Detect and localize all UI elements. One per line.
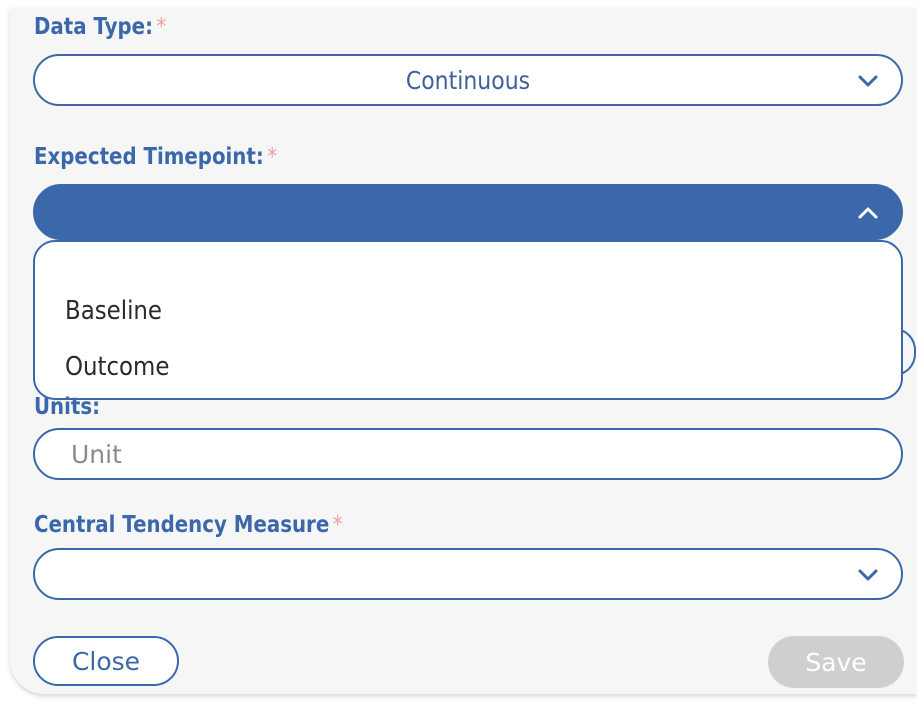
- required-mark: *: [156, 14, 167, 40]
- data-type-selected-value: Continuous: [405, 65, 531, 95]
- expected-timepoint-label-text: Expected Timepoint:: [34, 144, 264, 170]
- option-baseline[interactable]: Baseline: [65, 296, 162, 326]
- data-type-label: Data Type: *: [34, 14, 166, 40]
- expected-timepoint-selected-value: [87, 186, 849, 238]
- option-outcome[interactable]: Outcome: [65, 352, 169, 382]
- expected-timepoint-select[interactable]: [33, 184, 903, 240]
- chevron-down-icon: [858, 75, 878, 87]
- data-type-select[interactable]: Continuous: [33, 54, 903, 106]
- page: Data Type: * Continuous Expected Timepoin…: [0, 0, 917, 711]
- chevron-down-icon: [858, 569, 878, 581]
- data-type-label-text: Data Type:: [34, 14, 153, 40]
- central-tendency-label-text: Central Tendency Measure: [34, 512, 330, 538]
- form-panel: Data Type: * Continuous Expected Timepoin…: [10, 8, 917, 694]
- expected-timepoint-label: Expected Timepoint: *: [34, 144, 277, 170]
- units-input[interactable]: [33, 428, 903, 480]
- expected-timepoint-options: Baseline Outcome: [33, 240, 903, 400]
- central-tendency-selected-value: [87, 550, 849, 598]
- required-mark: *: [332, 512, 343, 538]
- central-tendency-label: Central Tendency Measure *: [34, 512, 343, 538]
- units-label-text: Units:: [34, 394, 101, 420]
- close-button[interactable]: Close: [33, 636, 179, 686]
- required-mark: *: [267, 144, 278, 170]
- central-tendency-select[interactable]: [33, 548, 903, 600]
- units-label: Units:: [34, 394, 100, 420]
- chevron-up-icon: [858, 207, 878, 219]
- save-button[interactable]: Save: [768, 636, 904, 688]
